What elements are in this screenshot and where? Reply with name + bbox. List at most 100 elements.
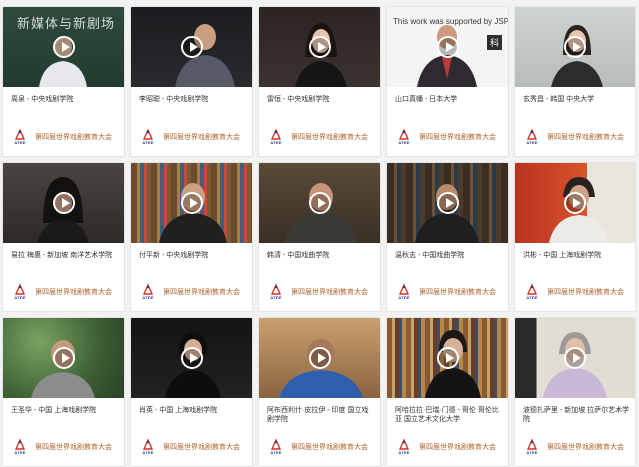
play-icon[interactable] xyxy=(52,192,75,214)
organization-label: 第四届世界戏剧教育大会 xyxy=(547,444,624,451)
video-title[interactable]: 付平新 - 中央戏剧学院 xyxy=(131,243,252,273)
video-title[interactable]: 雷恒 - 中央戏剧学院 xyxy=(259,87,380,117)
play-icon[interactable] xyxy=(180,192,203,214)
card-footer: ATEE 第四届世界戏剧教育大会 xyxy=(515,432,635,466)
video-card[interactable]: 阿哈拉拉·巴瑞·门德 - 哥伦 哥伦比亚 国立艺术文化大学 ATEE 第四届世界… xyxy=(386,317,509,467)
video-card[interactable]: 雷恒 - 中央戏剧学院 ATEE 第四届世界戏剧教育大会 xyxy=(258,6,381,157)
play-icon[interactable] xyxy=(564,36,586,58)
video-card[interactable]: 新媒体与新剧场 周泉 - 中央戏剧学院 ATEE 第四届世界戏剧教育大会 xyxy=(2,6,125,157)
play-icon[interactable] xyxy=(308,192,331,214)
play-icon[interactable] xyxy=(52,36,75,58)
video-card[interactable]: 付平新 - 中央戏剧学院 ATEE 第四届世界戏剧教育大会 xyxy=(130,162,253,312)
video-thumbnail[interactable] xyxy=(515,7,635,87)
organization-label: 第四届世界戏剧教育大会 xyxy=(419,289,496,296)
video-card[interactable]: 韩清 - 中国戏曲学院 ATEE 第四届世界戏剧教育大会 xyxy=(258,162,381,312)
play-icon[interactable] xyxy=(564,347,586,369)
video-thumbnail[interactable]: This work was supported by JSPS 科 xyxy=(387,7,508,87)
atee-logo-icon: ATEE xyxy=(139,439,157,455)
card-footer: ATEE 第四届世界戏剧教育大会 xyxy=(515,277,635,311)
card-footer: ATEE 第四届世界戏剧教育大会 xyxy=(259,277,380,311)
organization-label: 第四届世界戏剧教育大会 xyxy=(35,289,112,296)
video-card[interactable]: 肖英 - 中国 上海戏剧学院 ATEE 第四届世界戏剧教育大会 xyxy=(130,317,253,467)
video-title[interactable]: 阿布西利什·皮拉伊 - 印度 国立戏剧学院 xyxy=(259,398,380,428)
organization-label: 第四届世界戏剧教育大会 xyxy=(547,289,624,296)
organization-label: 第四届世界戏剧教育大会 xyxy=(419,444,496,451)
video-card[interactable]: 波德扎萨里 - 新加坡 拉萨尔艺术学院 ATEE 第四届世界戏剧教育大会 xyxy=(514,317,636,467)
video-thumbnail[interactable] xyxy=(3,163,124,243)
video-card[interactable]: 李昭聪 - 中央戏剧学院 ATEE 第四届世界戏剧教育大会 xyxy=(130,6,253,157)
video-thumbnail[interactable] xyxy=(3,318,124,398)
video-thumbnail[interactable] xyxy=(515,318,635,398)
play-icon[interactable] xyxy=(436,347,459,369)
play-icon[interactable] xyxy=(436,36,459,58)
video-card[interactable]: 易拉 梅惠 - 新加坡 南洋艺术学院 ATEE 第四届世界戏剧教育大会 xyxy=(2,162,125,312)
video-card[interactable]: 温秋志 - 中国戏曲学院 ATEE 第四届世界戏剧教育大会 xyxy=(386,162,509,312)
atee-logo-icon: ATEE xyxy=(395,439,413,455)
organization-label: 第四届世界戏剧教育大会 xyxy=(547,134,624,141)
video-title[interactable]: 肖英 - 中国 上海戏剧学院 xyxy=(131,398,252,428)
video-card[interactable]: 洪彬 - 中国 上海戏剧学院 ATEE 第四届世界戏剧教育大会 xyxy=(514,162,636,312)
organization-label: 第四届世界戏剧教育大会 xyxy=(35,134,112,141)
card-footer: ATEE 第四届世界戏剧教育大会 xyxy=(131,432,252,466)
atee-logo-icon: ATEE xyxy=(523,439,541,455)
organization-label: 第四届世界戏剧教育大会 xyxy=(291,444,368,451)
video-card[interactable]: This work was supported by JSPS 科 山口真幡 -… xyxy=(386,6,509,157)
video-thumbnail[interactable] xyxy=(259,7,380,87)
video-title[interactable]: 玄秀昌 - 韩国 中央大学 xyxy=(515,87,635,117)
video-title[interactable]: 阿哈拉拉·巴瑞·门德 - 哥伦 哥伦比亚 国立艺术文化大学 xyxy=(387,398,508,428)
atee-logo-icon: ATEE xyxy=(11,439,29,455)
atee-logo-icon: ATEE xyxy=(395,284,413,300)
video-thumbnail[interactable] xyxy=(387,318,508,398)
play-icon[interactable] xyxy=(564,192,586,214)
video-title[interactable]: 山口真幡 - 日本大学 xyxy=(387,87,508,117)
video-title[interactable]: 洪彬 - 中国 上海戏剧学院 xyxy=(515,243,635,273)
atee-logo-icon: ATEE xyxy=(395,129,413,145)
organization-label: 第四届世界戏剧教育大会 xyxy=(163,289,240,296)
organization-label: 第四届世界戏剧教育大会 xyxy=(163,134,240,141)
card-footer: ATEE 第四届世界戏剧教育大会 xyxy=(3,122,124,156)
play-icon[interactable] xyxy=(180,36,203,58)
organization-label: 第四届世界戏剧教育大会 xyxy=(419,134,496,141)
atee-logo-icon: ATEE xyxy=(139,129,157,145)
atee-logo-icon: ATEE xyxy=(11,284,29,300)
video-title[interactable]: 易拉 梅惠 - 新加坡 南洋艺术学院 xyxy=(3,243,124,273)
organization-label: 第四届世界戏剧教育大会 xyxy=(291,134,368,141)
video-thumbnail[interactable] xyxy=(131,318,252,398)
card-footer: ATEE 第四届世界戏剧教育大会 xyxy=(3,277,124,311)
video-title[interactable]: 波德扎萨里 - 新加坡 拉萨尔艺术学院 xyxy=(515,398,635,428)
play-icon[interactable] xyxy=(180,347,203,369)
video-title[interactable]: 周泉 - 中央戏剧学院 xyxy=(3,87,124,117)
card-footer: ATEE 第四届世界戏剧教育大会 xyxy=(259,122,380,156)
card-footer: ATEE 第四届世界戏剧教育大会 xyxy=(259,432,380,466)
card-footer: ATEE 第四届世界戏剧教育大会 xyxy=(387,277,508,311)
video-title[interactable]: 温秋志 - 中国戏曲学院 xyxy=(387,243,508,273)
play-icon[interactable] xyxy=(308,36,331,58)
video-thumbnail[interactable] xyxy=(515,163,635,243)
atee-logo-icon: ATEE xyxy=(267,129,285,145)
video-card[interactable]: 王圣华 - 中国 上海戏剧学院 ATEE 第四届世界戏剧教育大会 xyxy=(2,317,125,467)
video-thumbnail[interactable] xyxy=(259,163,380,243)
video-thumbnail[interactable] xyxy=(131,7,252,87)
video-title[interactable]: 李昭聪 - 中央戏剧学院 xyxy=(131,87,252,117)
video-card[interactable]: 玄秀昌 - 韩国 中央大学 ATEE 第四届世界戏剧教育大会 xyxy=(514,6,636,157)
play-icon[interactable] xyxy=(52,347,75,369)
video-thumbnail[interactable]: 新媒体与新剧场 xyxy=(3,7,124,87)
card-footer: ATEE 第四届世界戏剧教育大会 xyxy=(3,432,124,466)
video-title[interactable]: 王圣华 - 中国 上海戏剧学院 xyxy=(3,398,124,428)
atee-logo-icon: ATEE xyxy=(523,284,541,300)
atee-logo-icon: ATEE xyxy=(11,129,29,145)
atee-logo-icon: ATEE xyxy=(139,284,157,300)
video-thumbnail[interactable] xyxy=(259,318,380,398)
video-thumbnail[interactable] xyxy=(387,163,508,243)
play-icon[interactable] xyxy=(436,192,459,214)
organization-label: 第四届世界戏剧教育大会 xyxy=(35,444,112,451)
play-icon[interactable] xyxy=(308,347,331,369)
card-footer: ATEE 第四届世界戏剧教育大会 xyxy=(131,277,252,311)
video-thumbnail[interactable] xyxy=(131,163,252,243)
video-grid: 新媒体与新剧场 周泉 - 中央戏剧学院 ATEE 第四届世界戏剧教育大会 李昭聪… xyxy=(0,0,639,467)
video-title[interactable]: 韩清 - 中国戏曲学院 xyxy=(259,243,380,273)
organization-label: 第四届世界戏剧教育大会 xyxy=(291,289,368,296)
video-card[interactable]: 阿布西利什·皮拉伊 - 印度 国立戏剧学院 ATEE 第四届世界戏剧教育大会 xyxy=(258,317,381,467)
atee-logo-icon: ATEE xyxy=(267,439,285,455)
card-footer: ATEE 第四届世界戏剧教育大会 xyxy=(387,122,508,156)
